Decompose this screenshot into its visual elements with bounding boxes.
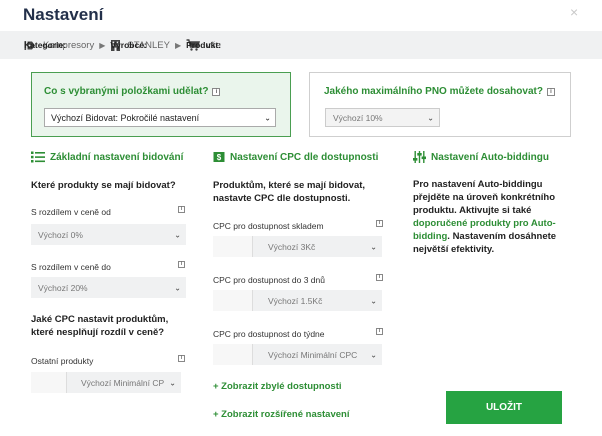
pno-select-value: Výchozí 10% bbox=[333, 112, 383, 123]
bid-action-select[interactable]: Výchozí Bidovat: Pokročilé nastavení ⌄ bbox=[44, 108, 276, 127]
chevron-down-icon: ⌄ bbox=[427, 113, 434, 122]
cpc-stock-input[interactable] bbox=[213, 236, 253, 257]
pno-question: Jakého maximálního PNO můžete dosahovat?… bbox=[324, 86, 555, 97]
cpc-week-select[interactable]: Výchozí Minimální CPC ⌄ bbox=[213, 344, 382, 365]
cpc-intro: Produktům, které se mají bidovat, nastav… bbox=[213, 180, 366, 204]
auto-bidding-heading: Nastavení Auto-biddingu bbox=[413, 151, 549, 163]
cpc-3days-input[interactable] bbox=[213, 290, 253, 311]
dialog-title: Nastavení bbox=[23, 5, 104, 24]
save-button[interactable]: ULOŽIT bbox=[446, 391, 562, 424]
basic-bidding-heading: Základní nastavení bidování bbox=[31, 151, 183, 163]
show-remaining-availability-link[interactable]: + Zobrazit zbylé dostupnosti bbox=[213, 381, 342, 392]
info-icon[interactable]: i bbox=[546, 87, 555, 96]
basic-bidding-heading-text: Základní nastavení bidování bbox=[50, 151, 184, 163]
breadcrumb-product-label: Produkt: bbox=[186, 40, 222, 50]
other-products-select[interactable]: Výchozí Minimální CP ⌄ bbox=[31, 372, 181, 393]
price-diff-from-value: Výchozí 0% bbox=[38, 229, 83, 240]
info-icon[interactable]: i bbox=[376, 274, 383, 281]
bid-action-panel: Co s vybranými položkami udělat? i Výcho… bbox=[31, 72, 291, 137]
auto-bidding-text: Pro nastavení Auto-biddingu přejděte na … bbox=[413, 178, 575, 256]
cpc-week-input[interactable] bbox=[213, 344, 253, 365]
cpc-week-label: CPC pro dostupnost do týdne bbox=[213, 329, 325, 339]
money-icon: $ bbox=[213, 152, 225, 162]
svg-text:$: $ bbox=[217, 153, 222, 162]
bid-action-question-text: Co s vybranými položkami udělat? bbox=[44, 86, 209, 97]
other-products-value: Výchozí Minimální CP bbox=[81, 377, 165, 388]
close-icon[interactable]: × bbox=[570, 4, 578, 20]
bid-action-question: Co s vybranými položkami udělat? i bbox=[44, 86, 221, 97]
cpc-stock-label: CPC pro dostupnost skladem bbox=[213, 221, 324, 231]
cpc-3days-select[interactable]: Výchozí 1.5Kč ⌄ bbox=[213, 290, 382, 311]
chevron-down-icon: ⌄ bbox=[370, 242, 377, 251]
list-icon bbox=[31, 151, 45, 163]
bid-action-select-value: Výchozí Bidovat: Pokročilé nastavení bbox=[51, 112, 200, 123]
chevron-down-icon: ⌄ bbox=[370, 350, 377, 359]
chevron-down-icon: ⌄ bbox=[169, 378, 176, 387]
info-icon[interactable]: i bbox=[376, 220, 383, 227]
info-icon[interactable]: i bbox=[178, 206, 185, 213]
cpc-3days-label: CPC pro dostupnost do 3 dnů bbox=[213, 275, 325, 285]
sliders-icon bbox=[413, 151, 426, 163]
basic-question-2: Jaké CPC nastavit produktům, které nespl… bbox=[31, 314, 169, 338]
breadcrumb-manufacturer-label: Výrobce: bbox=[110, 40, 147, 50]
chevron-down-icon: ⌄ bbox=[174, 230, 181, 239]
auto-bidding-heading-text: Nastavení Auto-biddingu bbox=[431, 151, 549, 163]
chevron-right-icon: ▶ bbox=[99, 40, 106, 50]
other-products-cpc-input[interactable] bbox=[31, 372, 67, 393]
dialog-header: Nastavení × bbox=[0, 0, 602, 31]
breadcrumb-category-label: Kategorie: bbox=[24, 40, 67, 50]
breadcrumb-product[interactable]: Produkt: vše bbox=[186, 39, 221, 51]
price-diff-to-label: S rozdílem v ceně do bbox=[31, 262, 111, 272]
price-diff-to-value: Výchozí 20% bbox=[38, 282, 88, 293]
breadcrumb: Kategorie: Kompresory ▶ Výrobce: STANLEY… bbox=[0, 31, 602, 59]
cpc-stock-select[interactable]: Výchozí 3Kč ⌄ bbox=[213, 236, 382, 257]
auto-bidding-text-1: Pro nastavení Auto-biddingu přejděte na … bbox=[413, 179, 555, 216]
cpc-week-value: Výchozí Minimální CPC bbox=[268, 349, 358, 360]
pno-question-text: Jakého maximálního PNO můžete dosahovat? bbox=[324, 86, 543, 97]
chevron-down-icon: ⌄ bbox=[264, 113, 271, 122]
breadcrumb-category[interactable]: Kategorie: Kompresory bbox=[24, 40, 94, 51]
price-diff-from-select[interactable]: Výchozí 0% ⌄ bbox=[31, 224, 186, 245]
cpc-availability-heading: $ Nastavení CPC dle dostupnosti bbox=[213, 151, 378, 163]
info-icon[interactable]: i bbox=[178, 355, 185, 362]
cpc-availability-heading-text: Nastavení CPC dle dostupnosti bbox=[230, 151, 379, 163]
pno-select[interactable]: Výchozí 10% ⌄ bbox=[325, 108, 440, 127]
price-diff-from-label: S rozdílem v ceně od bbox=[31, 207, 111, 217]
cpc-3days-value: Výchozí 1.5Kč bbox=[268, 295, 323, 306]
basic-question-1: Které produkty se mají bidovat? bbox=[31, 180, 176, 191]
info-icon[interactable]: i bbox=[178, 261, 185, 268]
info-icon[interactable]: i bbox=[376, 328, 383, 335]
pno-panel: Jakého maximálního PNO můžete dosahovat?… bbox=[309, 72, 571, 137]
info-icon[interactable]: i bbox=[212, 87, 221, 96]
price-diff-to-select[interactable]: Výchozí 20% ⌄ bbox=[31, 277, 186, 298]
breadcrumb-manufacturer[interactable]: Výrobce: STANLEY bbox=[110, 39, 170, 51]
chevron-down-icon: ⌄ bbox=[370, 296, 377, 305]
chevron-down-icon: ⌄ bbox=[174, 283, 181, 292]
chevron-right-icon: ▶ bbox=[174, 40, 182, 50]
cpc-stock-value: Výchozí 3Kč bbox=[268, 241, 316, 252]
show-advanced-settings-link[interactable]: + Zobrazit rozšířené nastavení bbox=[213, 409, 349, 420]
other-products-label: Ostatní produkty bbox=[31, 356, 94, 366]
